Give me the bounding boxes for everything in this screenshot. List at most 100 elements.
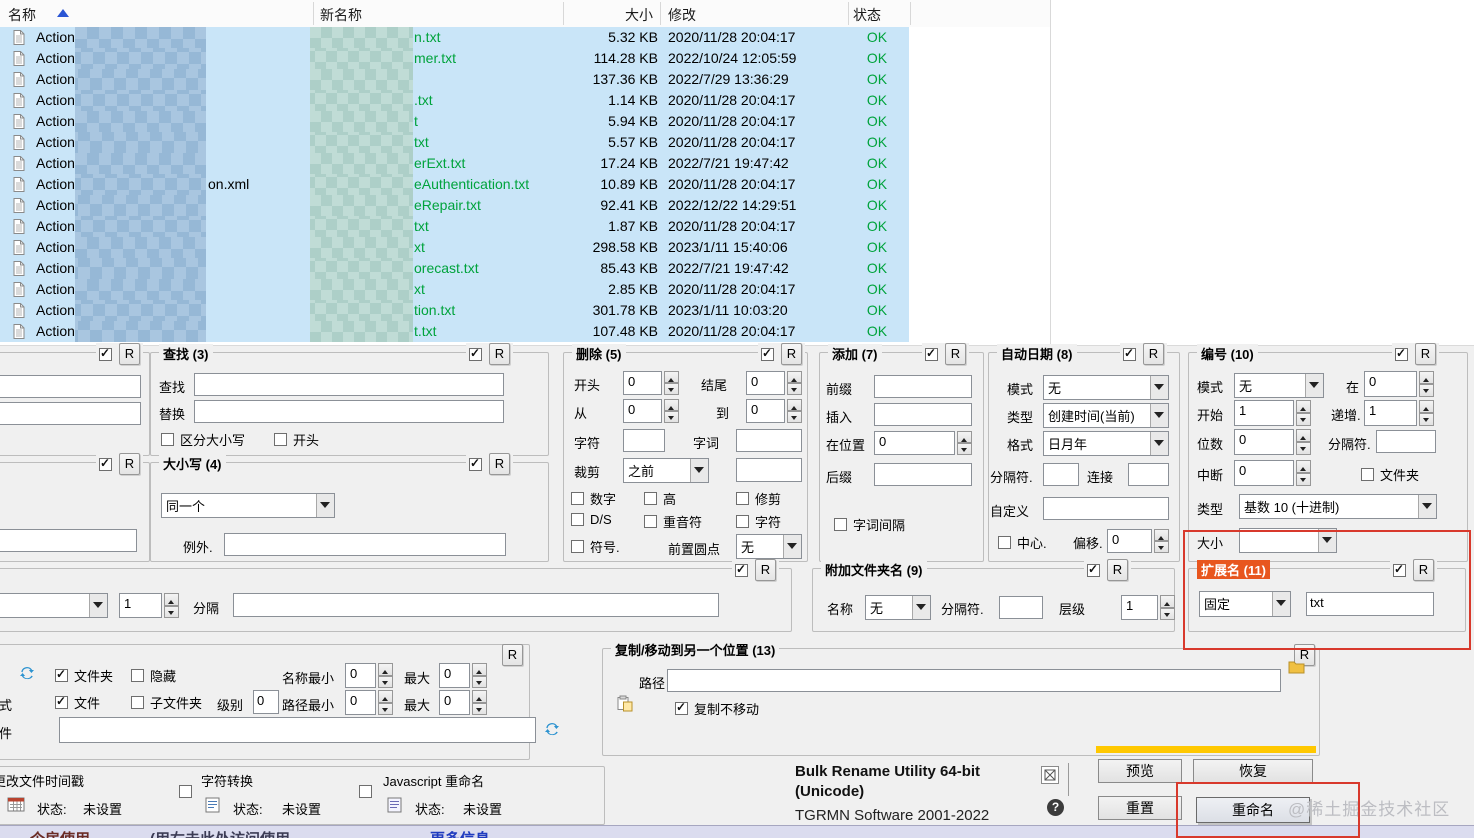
filter-name-min-spinner[interactable]: 0 <box>345 663 393 688</box>
case-enable-checkbox[interactable] <box>469 456 482 471</box>
column-divider[interactable] <box>313 2 314 25</box>
case-mode-dropdown[interactable]: 同一个 <box>161 493 335 518</box>
filter-folders-checkbox[interactable] <box>55 667 68 682</box>
extension-reset-button[interactable]: R <box>1413 559 1434 581</box>
name-reset-button[interactable]: R <box>119 453 140 475</box>
find-enable-checkbox[interactable] <box>469 346 482 361</box>
spinner-value[interactable]: 0 <box>1234 460 1294 486</box>
regex-reset-button[interactable]: R <box>119 343 140 365</box>
remove-symbols-checkbox[interactable] <box>571 540 584 553</box>
autodate-offset-spinner[interactable]: 0 <box>1107 529 1169 553</box>
case-except-input[interactable] <box>224 533 506 556</box>
file-row[interactable]: Action eRepair.txt 92.41 KB 2022/12/22 1… <box>0 195 1050 216</box>
refresh-icon[interactable] <box>544 721 560 737</box>
spinner-down-icon[interactable] <box>378 675 393 688</box>
filter-mask-input[interactable] <box>59 717 536 743</box>
refresh-icon[interactable] <box>19 665 35 681</box>
append-folder-sep-input[interactable] <box>999 596 1043 619</box>
filter-files-checkbox[interactable] <box>55 694 68 709</box>
add-insert-input[interactable] <box>874 403 972 426</box>
filter-hidden-checkbox[interactable] <box>131 669 144 682</box>
remove-enable-checkbox[interactable] <box>761 346 774 361</box>
filter-name-max-spinner[interactable]: 0 <box>439 663 487 688</box>
numbering-mode-dropdown[interactable]: 无 <box>1234 373 1324 398</box>
replace-input[interactable] <box>194 400 504 423</box>
autodate-format-dropdown[interactable]: 日月年 <box>1043 431 1169 456</box>
spinner-value[interactable]: 0 <box>345 663 376 688</box>
remove-crop-input[interactable] <box>736 458 802 482</box>
help-icon[interactable]: ? <box>1047 799 1064 816</box>
regex-enable-checkbox[interactable] <box>99 346 112 361</box>
column-divider[interactable] <box>910 2 911 25</box>
spinner-down-icon[interactable] <box>1296 413 1311 426</box>
file-row[interactable]: Action n.txt 5.32 KB 2020/11/28 20:04:17… <box>0 27 1050 48</box>
spinner-down-icon[interactable] <box>378 702 393 715</box>
remove-chars-checkbox[interactable] <box>736 515 749 528</box>
spinner-up-icon[interactable] <box>472 663 487 676</box>
parts-reset-button[interactable]: R <box>755 559 776 581</box>
spinner-value[interactable]: 0 <box>746 371 785 395</box>
spinner-up-icon[interactable] <box>787 399 802 411</box>
spinner-up-icon[interactable] <box>378 690 393 703</box>
add-suffix-input[interactable] <box>874 463 972 486</box>
file-row[interactable]: Action tion.txt 301.78 KB 2023/1/11 10:0… <box>0 300 1050 321</box>
numbering-pad-spinner[interactable]: 0 <box>1234 429 1311 455</box>
spinner-down-icon[interactable] <box>787 383 802 395</box>
file-row[interactable]: Action t.txt 107.48 KB 2020/11/28 20:04:… <box>0 321 1050 342</box>
spinner-value[interactable]: 0 <box>623 371 662 395</box>
append-folder-levels-spinner[interactable]: 1 <box>1121 595 1175 620</box>
spinner-down-icon[interactable] <box>1296 442 1311 455</box>
file-row[interactable]: Action .txt 1.14 KB 2020/11/28 20:04:17 … <box>0 90 1050 111</box>
chevron-down-icon[interactable] <box>89 594 107 617</box>
spinner-down-icon[interactable] <box>1154 541 1169 553</box>
filter-level-input[interactable]: 0 <box>253 690 279 714</box>
add-enable-checkbox[interactable] <box>925 346 938 361</box>
filter-path-max-spinner[interactable]: 0 <box>439 690 487 715</box>
spinner-up-icon[interactable] <box>664 399 679 411</box>
spinner-down-icon[interactable] <box>787 411 802 423</box>
spinner-up-icon[interactable] <box>1419 400 1434 413</box>
chevron-down-icon[interactable] <box>783 535 801 558</box>
numbering-at-spinner[interactable]: 0 <box>1364 371 1434 397</box>
column-divider[interactable] <box>660 2 661 25</box>
revert-button[interactable]: 恢复 <box>1193 759 1313 783</box>
file-row[interactable]: Action txt 5.57 KB 2020/11/28 20:04:17 O… <box>0 132 1050 153</box>
filter-subfolders-checkbox[interactable] <box>131 696 144 709</box>
autodate-mode-dropdown[interactable]: 无 <box>1043 375 1169 400</box>
append-folder-reset-button[interactable]: R <box>1107 559 1128 581</box>
filter-path-min-spinner[interactable]: 0 <box>345 690 393 715</box>
reset-button[interactable]: 重置 <box>1098 796 1182 820</box>
remove-lead-dots-dropdown[interactable]: 无 <box>736 534 802 559</box>
chevron-down-icon[interactable] <box>1150 376 1168 399</box>
spinner-down-icon[interactable] <box>664 383 679 395</box>
chevron-down-icon[interactable] <box>1272 592 1290 616</box>
add-at-pos-spinner[interactable]: 0 <box>874 431 972 455</box>
append-folder-enable-checkbox[interactable] <box>1087 562 1100 577</box>
spinner-up-icon[interactable] <box>787 371 802 383</box>
spinner-value[interactable]: 0 <box>1107 529 1152 553</box>
remove-first-spinner[interactable]: 0 <box>623 371 679 395</box>
charconv-checkbox[interactable] <box>179 785 192 798</box>
spinner-down-icon[interactable] <box>1419 413 1434 426</box>
numbering-size-dropdown[interactable] <box>1239 528 1337 553</box>
remove-to-spinner[interactable]: 0 <box>746 399 802 423</box>
name-enable-checkbox[interactable] <box>99 456 112 471</box>
autodate-center-checkbox[interactable] <box>998 536 1011 549</box>
column-header-name[interactable]: 名称 <box>8 5 36 25</box>
spinner-up-icon[interactable] <box>378 663 393 676</box>
copy-move-path-input[interactable] <box>667 669 1281 692</box>
remove-chars-input[interactable] <box>623 429 665 452</box>
spinner-down-icon[interactable] <box>164 605 179 618</box>
spinner-value[interactable]: 0 <box>1364 371 1417 397</box>
spinner-value[interactable]: 0 <box>874 431 955 455</box>
remove-reset-button[interactable]: R <box>781 343 802 365</box>
spinner-value[interactable]: 1 <box>1234 400 1294 426</box>
spinner-value[interactable]: 1 <box>119 593 162 618</box>
file-row[interactable]: Action 137.36 KB 2022/7/29 13:36:29 OK <box>0 69 1050 90</box>
chevron-down-icon[interactable] <box>1150 432 1168 455</box>
remove-high-checkbox[interactable] <box>644 492 657 505</box>
regex-match-input[interactable] <box>0 375 141 398</box>
column-header-modified[interactable]: 修改 <box>668 5 696 25</box>
remove-accents-checkbox[interactable] <box>644 515 657 528</box>
copy-not-move-checkbox[interactable] <box>675 700 688 715</box>
